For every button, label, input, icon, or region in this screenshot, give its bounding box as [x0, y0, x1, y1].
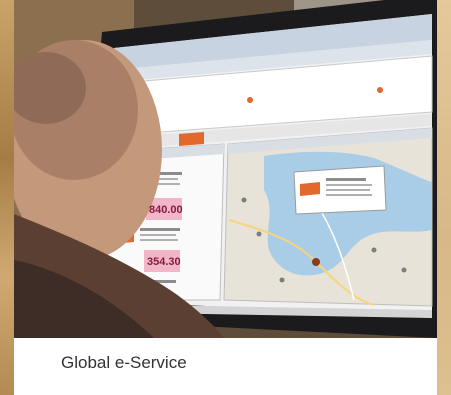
price-label-1: 840.00: [149, 204, 183, 216]
photo-illustration: [14, 0, 437, 338]
header-marker-icon: [247, 97, 253, 103]
price-label-2: 354.30: [147, 256, 181, 268]
tab-active: [179, 132, 204, 146]
background-wood-left: [0, 0, 14, 395]
photo: 840.00 354.30: [14, 0, 437, 338]
photo-caption: Global e-Service: [61, 353, 187, 372]
map-pin-icon: [312, 258, 320, 266]
header-marker-icon: [377, 87, 383, 93]
background-wood-right: [437, 0, 451, 395]
